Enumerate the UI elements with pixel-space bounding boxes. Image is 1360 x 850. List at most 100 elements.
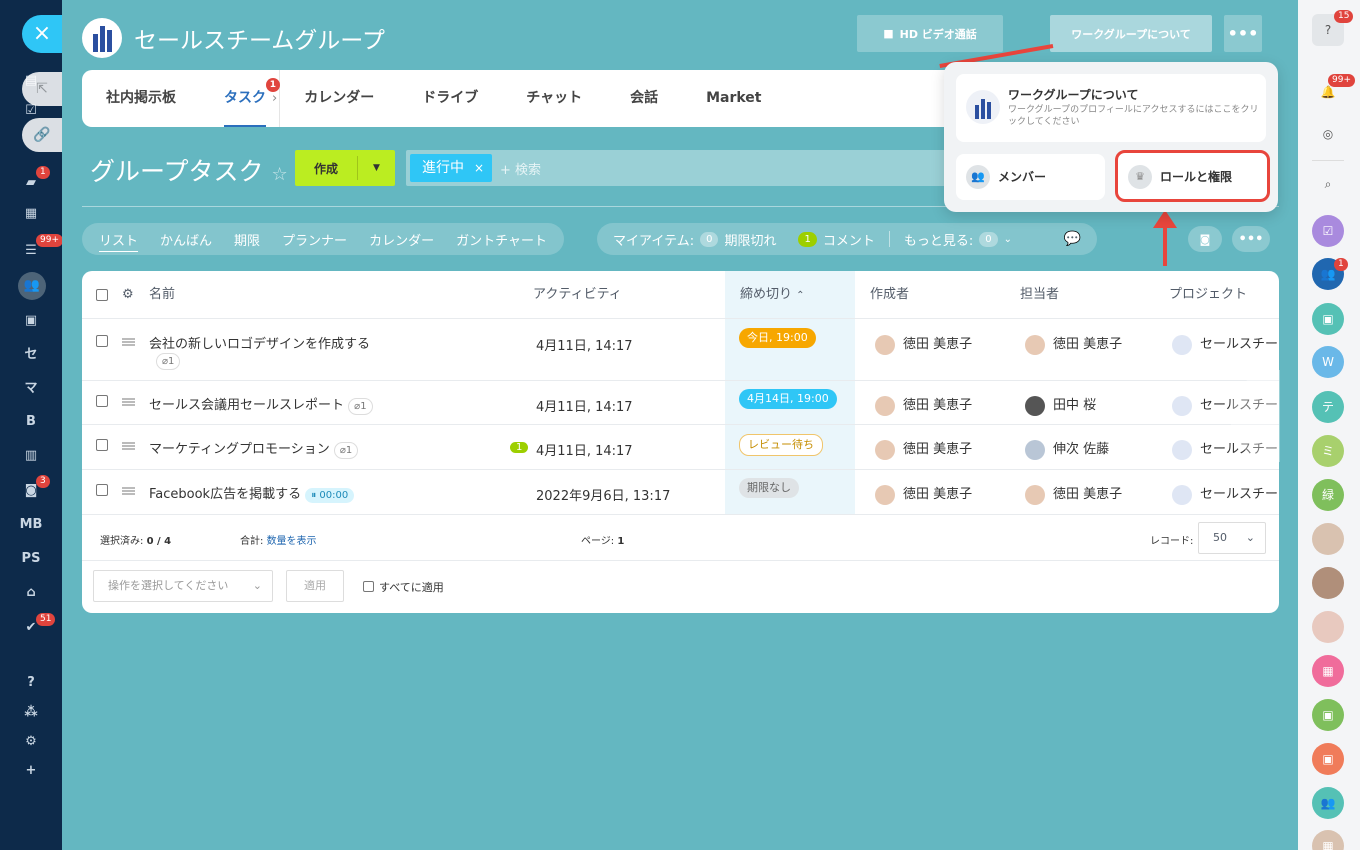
drag-handle-icon[interactable] [122, 338, 135, 346]
messages-icon[interactable]: ◎ [1312, 118, 1344, 150]
row-checkbox[interactable] [96, 439, 108, 451]
project-name[interactable]: セールスチー [1200, 487, 1278, 502]
help-icon[interactable]: ? [18, 672, 44, 694]
overdue-link[interactable]: 期限切れ [724, 230, 776, 249]
more-actions-icon[interactable]: ••• [1232, 226, 1270, 252]
records-select[interactable]: 50 ⌄ [1198, 522, 1266, 554]
comment-link[interactable]: コメント [823, 230, 875, 249]
deadline-badge[interactable]: 今日, 19:00 [739, 328, 816, 348]
tab-chat[interactable]: チャット [502, 70, 606, 127]
status-badge[interactable]: レビュー待ち [739, 434, 823, 456]
search-icon[interactable]: ⌕ [1312, 168, 1344, 200]
column-creator[interactable]: 作成者 [870, 271, 909, 318]
assignee-name[interactable]: 伸次 佐藤 [1053, 442, 1109, 457]
timer-badge[interactable]: ⏸ 00:00 [305, 488, 355, 503]
drag-handle-icon[interactable] [122, 398, 135, 406]
nav-letter-ps[interactable]: PS [18, 548, 44, 570]
creator-name[interactable]: 徳田 美恵子 [903, 398, 972, 413]
chip-remove-icon[interactable]: × [474, 154, 484, 182]
structure-icon[interactable]: ⁂ [18, 702, 44, 724]
assignee-name[interactable]: 徳田 美恵子 [1053, 487, 1122, 502]
settings-gear-icon[interactable]: ⚙ [18, 731, 44, 753]
task-title[interactable]: セールス会議用セールスレポート ⌀1 [149, 394, 373, 415]
nav-letter-b[interactable]: B [18, 411, 44, 433]
action-select[interactable]: 操作を選択してください ⌄ [93, 570, 273, 602]
copy-link-icon[interactable]: 🔗 [22, 118, 62, 152]
column-assignee[interactable]: 担当者 [1020, 271, 1059, 318]
chat-te-avatar[interactable]: テ [1312, 391, 1344, 423]
create-button[interactable]: 作成 ▼ [295, 150, 395, 186]
group-chat-icon[interactable]: 👥 [1312, 787, 1344, 819]
nav-letter-mb[interactable]: MB [18, 514, 44, 536]
close-slider-icon[interactable]: × [22, 15, 62, 53]
creator-name[interactable]: 徳田 美恵子 [903, 487, 972, 502]
tab-market[interactable]: Market [682, 70, 785, 127]
about-workgroup-card[interactable]: ワークグループについて ワークグループのプロフィールにアクセスするにはここをクリ… [956, 74, 1266, 142]
chevron-down-icon[interactable]: ⌄ [1004, 234, 1012, 245]
chat-room-icon[interactable]: ▣ [1312, 743, 1344, 775]
document-icon[interactable]: ▥ [18, 445, 44, 467]
assignee-name[interactable]: 田中 桜 [1053, 398, 1096, 413]
creator-name[interactable]: 徳田 美恵子 [903, 442, 972, 457]
groups-icon[interactable]: 👥 [18, 272, 46, 300]
tab-calendar[interactable]: カレンダー [280, 70, 398, 127]
view-planner[interactable]: プランナー [271, 230, 358, 249]
roles-permissions-button[interactable]: ♛ ロールと権限 [1115, 150, 1270, 202]
user-avatar[interactable] [1312, 567, 1344, 599]
view-list[interactable]: リスト [88, 230, 149, 249]
task-title[interactable]: 会社の新しいロゴデザインを作成する [149, 333, 370, 352]
creator-name[interactable]: 徳田 美恵子 [903, 337, 972, 352]
tab-board[interactable]: 社内掲示板 [82, 70, 200, 127]
chat-bubble-icon[interactable]: 💬 [1064, 231, 1081, 247]
tasks-app-icon[interactable]: ☑ [1312, 215, 1344, 247]
drag-handle-icon[interactable] [122, 442, 135, 450]
more-menu-icon[interactable]: ••• [1224, 15, 1262, 52]
filter-chip[interactable]: 進行中 × [410, 154, 492, 182]
view-calendar[interactable]: カレンダー [358, 230, 445, 249]
table-row[interactable]: セールス会議用セールスレポート ⌀1 4月11日, 14:17 4月14日, 1… [82, 380, 1279, 424]
chat-mi-avatar[interactable]: ミ [1312, 435, 1344, 467]
chat-room-icon[interactable]: ▣ [1312, 303, 1344, 335]
chat-w-avatar[interactable]: W [1312, 346, 1344, 378]
tab-tasks[interactable]: タスク 1 [200, 70, 290, 127]
search-filter-bar[interactable]: 進行中 × + 検索 [406, 150, 946, 186]
star-icon[interactable]: ☆ [271, 164, 287, 185]
comment-count-badge[interactable]: 1 [510, 442, 529, 453]
nav-letter-ma[interactable]: マ [18, 378, 44, 400]
open-new-window-icon[interactable]: ⇱ [22, 72, 62, 106]
column-settings-icon[interactable]: ⚙ [122, 271, 134, 318]
row-checkbox[interactable] [96, 335, 108, 347]
task-title[interactable]: マーケティングプロモーション ⌀1 [149, 438, 359, 459]
column-name[interactable]: 名前 [149, 271, 175, 318]
calendar-chat-icon[interactable]: ▦ [1312, 830, 1344, 850]
hd-video-call-button[interactable]: ■ HD ビデオ通話 [857, 15, 1003, 52]
tab-drive[interactable]: ドライブ [398, 70, 502, 127]
table-row[interactable]: マーケティングプロモーション ⌀1 1 4月11日, 14:17 レビュー待ち … [82, 424, 1279, 469]
apply-all-checkbox[interactable] [363, 581, 374, 592]
view-deadline[interactable]: 期限 [223, 230, 271, 249]
user-avatar[interactable] [1312, 611, 1344, 643]
contacts-icon[interactable]: ▣ [18, 310, 44, 332]
drag-handle-icon[interactable] [122, 487, 135, 495]
search-input[interactable]: + 検索 [500, 159, 541, 178]
nav-letter-se[interactable]: セ [18, 344, 44, 366]
robot-automation-icon[interactable]: ◙ [1188, 226, 1222, 252]
row-checkbox[interactable] [96, 395, 108, 407]
view-gantt[interactable]: ガントチャート [445, 230, 558, 249]
column-activity[interactable]: アクティビティ [533, 271, 622, 318]
table-row[interactable]: Facebook広告を掲載する ⏸ 00:00 2022年9月6日, 13:17… [82, 469, 1279, 514]
about-workgroup-button[interactable]: ワークグループについて [1050, 15, 1212, 52]
calendar-chat-icon[interactable]: ▦ [1312, 655, 1344, 687]
user-avatar[interactable] [1312, 523, 1344, 555]
calendar-icon[interactable]: ▦ [18, 203, 44, 225]
assignee-name[interactable]: 徳田 美恵子 [1053, 337, 1122, 352]
row-checkbox[interactable] [96, 484, 108, 496]
add-icon[interactable]: + [18, 760, 44, 782]
show-count-link[interactable]: 数量を表示 [267, 536, 317, 547]
apply-button[interactable]: 適用 [286, 570, 344, 602]
more-label[interactable]: もっと見る: [904, 230, 973, 249]
members-button[interactable]: 👥 メンバー [956, 154, 1105, 200]
chat-green-avatar[interactable]: 緑 [1312, 479, 1344, 511]
chevron-down-icon[interactable]: ▼ [358, 163, 395, 173]
bank-icon[interactable]: ⌂ [18, 582, 44, 604]
